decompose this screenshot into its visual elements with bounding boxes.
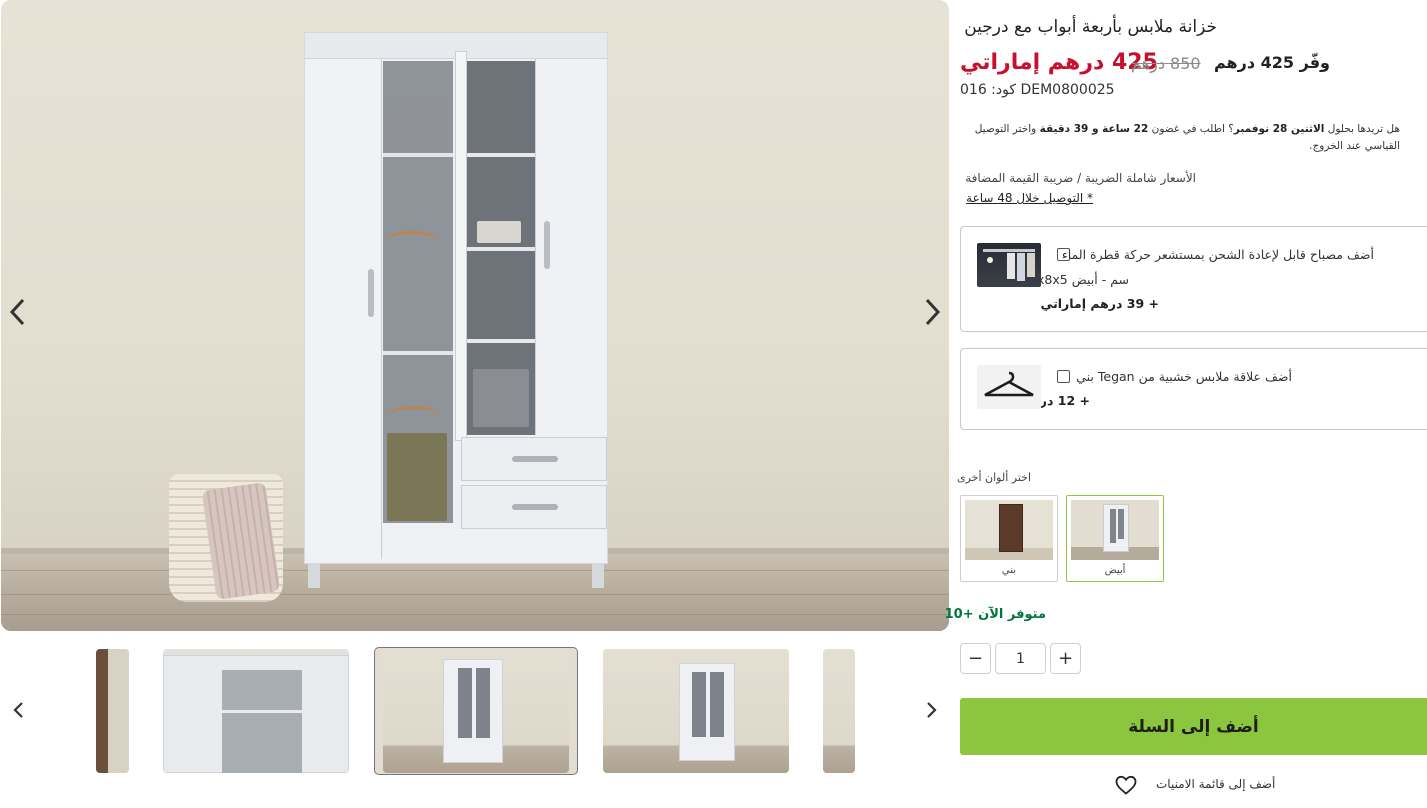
- current-price: 425 درهم إماراتي: [960, 50, 1158, 75]
- product-code: 016 :كود DEM0800025: [960, 82, 1115, 98]
- delivery-48h-link[interactable]: * التوصيل خلال 48 ساعة: [966, 191, 1093, 205]
- main-image-next-button[interactable]: [916, 295, 950, 329]
- addon-title: أضف مصباح قابل لإعادة الشحن بمستشعر حركة…: [1061, 247, 1374, 262]
- product-info-panel: خزانة ملابس بأربعة أبواب مع درجين 425 در…: [945, 0, 1427, 808]
- motion-lamp-image: [977, 243, 1041, 287]
- colors-label: اختر ألوان أخرى: [957, 471, 1031, 484]
- addon-title: أضف علاقة ملابس خشبية من Tegan بني: [1076, 369, 1292, 384]
- chevron-left-icon: [9, 298, 25, 326]
- thumbnails-prev-button[interactable]: [6, 690, 30, 730]
- thumbnail-4[interactable]: [603, 649, 789, 773]
- quantity-decrease-button[interactable]: −: [960, 643, 991, 674]
- color-swatch-white[interactable]: أبيض: [1066, 495, 1164, 582]
- add-to-cart-button[interactable]: أضف إلى السلة: [960, 698, 1427, 755]
- price-row: 425 درهم إماراتي 850 درهم وفّر 425 درهم: [960, 50, 1330, 78]
- chevron-left-icon: [13, 702, 23, 718]
- thumbnails-next-button[interactable]: [920, 690, 944, 730]
- wardrobe-illustration: [304, 32, 608, 588]
- add-to-wishlist-link[interactable]: أضف إلى قائمة الامنيات: [1114, 773, 1284, 797]
- main-image-prev-button[interactable]: [0, 295, 34, 329]
- hanger-image: [977, 365, 1041, 409]
- chevron-right-icon: [925, 298, 941, 326]
- addon-motion-lamp: أضف مصباح قابل لإعادة الشحن بمستشعر حركة…: [960, 226, 1427, 332]
- thumbnail-strip: [0, 640, 950, 780]
- addon-subtitle: سم - أبيض 9x8x5: [1029, 272, 1129, 287]
- thumbnail-2[interactable]: [163, 649, 349, 773]
- chevron-right-icon: [927, 702, 937, 718]
- vat-note: الأسعار شاملة الضريبة / ضريبة القيمة الم…: [965, 171, 1196, 185]
- original-price: 850 درهم: [1131, 54, 1201, 73]
- savings-text: وفّر 425 درهم: [1214, 53, 1330, 72]
- color-swatch-label: أبيض: [1104, 565, 1126, 576]
- wishlist-label: أضف إلى قائمة الامنيات: [1156, 777, 1276, 791]
- quantity-increase-button[interactable]: +: [1050, 643, 1081, 674]
- delivery-estimate: هل تريدها بحلول الاثنين 28 نوفمبر؟ اطلب …: [974, 123, 1400, 152]
- heart-icon: [1115, 775, 1137, 795]
- addon-wooden-hanger: أضف علاقة ملابس خشبية من Tegan بني + 12 …: [960, 348, 1427, 430]
- addon-checkbox[interactable]: [1057, 370, 1070, 383]
- color-swatch-label: بني: [1001, 565, 1017, 576]
- stock-status: متوفر الآن +10: [944, 607, 1046, 622]
- thumbnail-5[interactable]: [823, 649, 855, 773]
- addon-price: + 39 درهم إماراتي: [1040, 296, 1159, 311]
- main-product-image[interactable]: [1, 0, 949, 631]
- thumbnail-1[interactable]: [96, 649, 129, 773]
- product-title: خزانة ملابس بأربعة أبواب مع درجين: [964, 17, 1217, 37]
- color-swatch-brown[interactable]: بني: [960, 495, 1058, 582]
- thumbnail-3[interactable]: [383, 649, 569, 773]
- quantity-input[interactable]: [995, 643, 1046, 674]
